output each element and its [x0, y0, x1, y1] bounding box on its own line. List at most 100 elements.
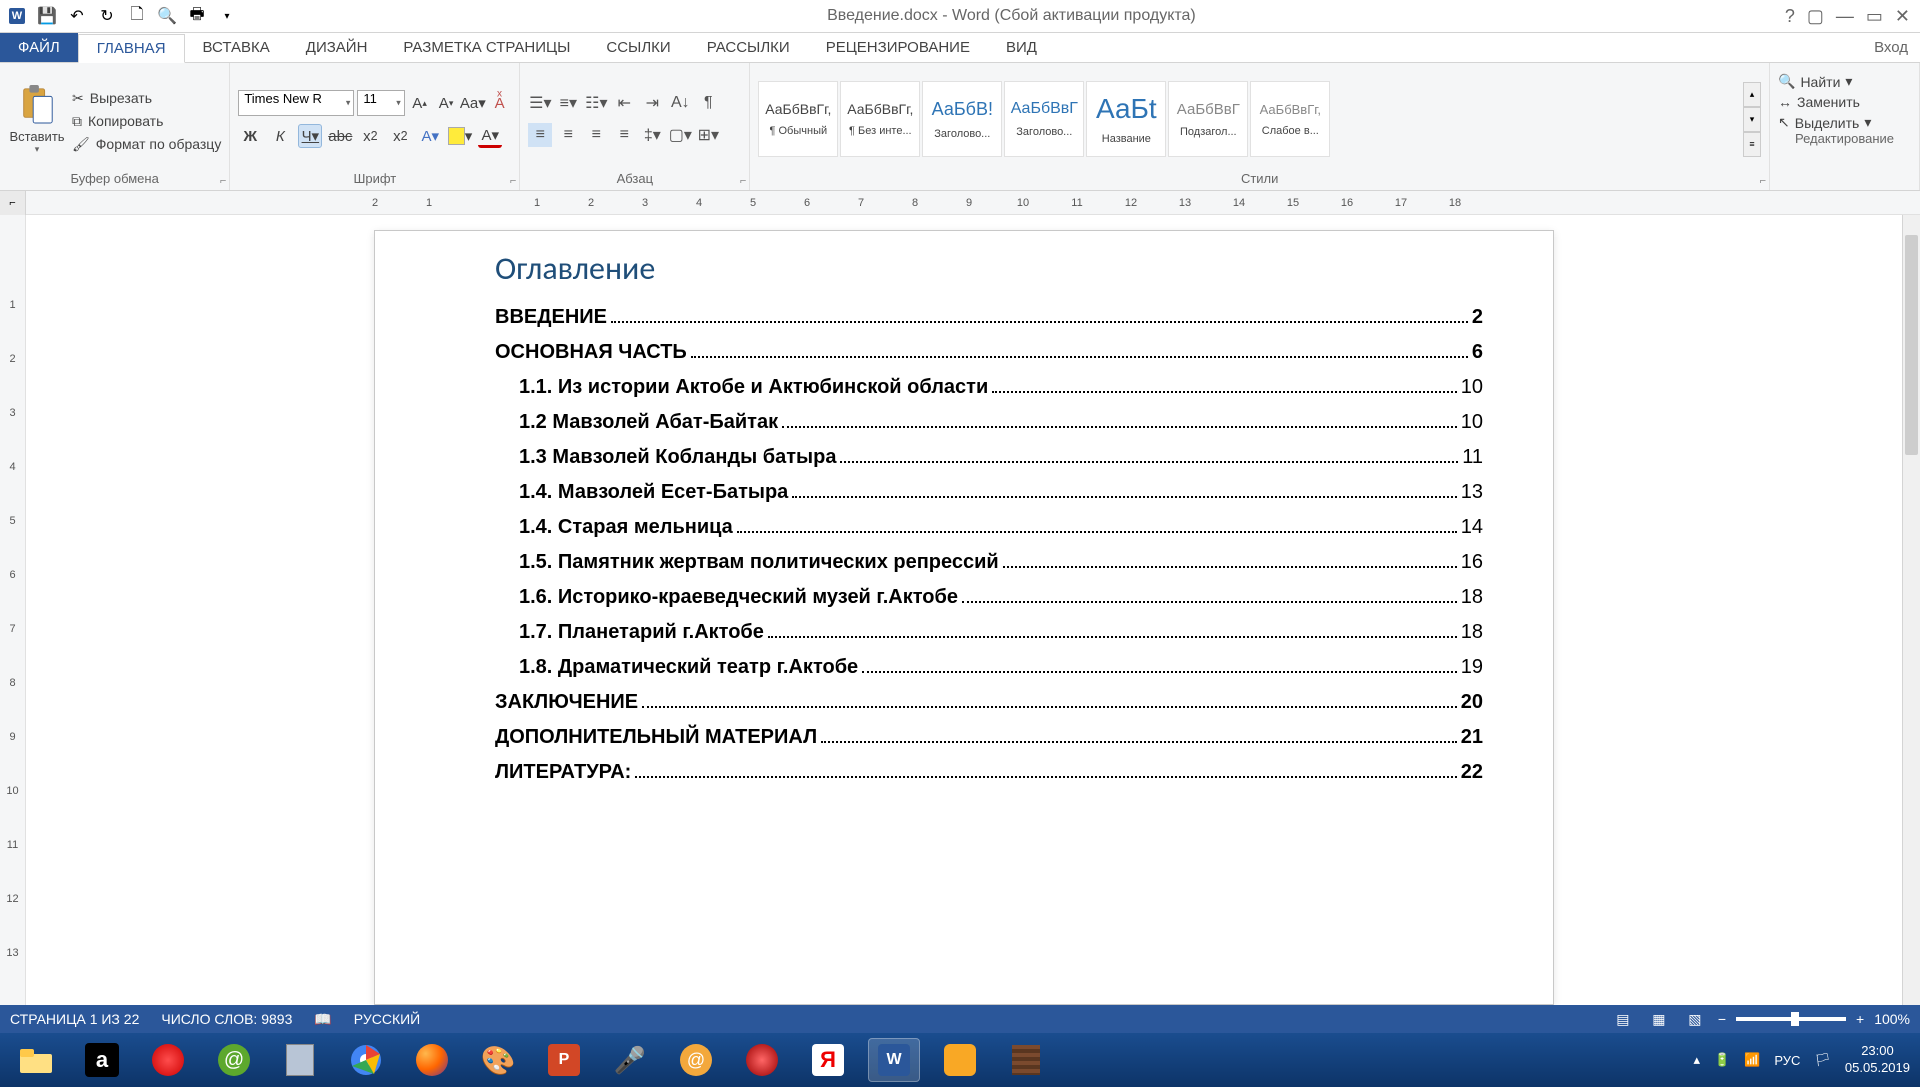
tab-view[interactable]: ВИД [988, 33, 1055, 62]
bold-button[interactable]: Ж [238, 124, 262, 148]
toc-entry[interactable]: 1.5. Памятник жертвам политических репре… [495, 551, 1483, 574]
toc-entry[interactable]: 1.7. Планетарий г.Актобе18 [495, 621, 1483, 644]
grow-font-icon[interactable]: A▴ [408, 91, 432, 115]
align-center-icon[interactable]: ≡ [556, 123, 580, 147]
taskbar-word-icon[interactable]: W [868, 1038, 920, 1082]
tab-insert[interactable]: ВСТАВКА [185, 33, 288, 62]
shading-icon[interactable]: ▢▾ [668, 123, 692, 147]
tab-file[interactable]: ФАЙЛ [0, 33, 78, 62]
zoom-in-icon[interactable]: + [1856, 1011, 1864, 1027]
align-left-icon[interactable]: ≡ [528, 123, 552, 147]
format-painter-button[interactable]: 🖌Формат по образцу [72, 136, 221, 153]
page[interactable]: Оглавление ВВЕДЕНИЕ2ОСНОВНАЯ ЧАСТЬ61.1. … [374, 230, 1554, 1005]
tab-mailings[interactable]: РАССЫЛКИ [689, 33, 808, 62]
status-language[interactable]: РУССКИЙ [354, 1011, 420, 1027]
toc-entry[interactable]: ОСНОВНАЯ ЧАСТЬ6 [495, 341, 1483, 364]
status-page[interactable]: СТРАНИЦА 1 ИЗ 22 [10, 1011, 139, 1027]
read-mode-icon[interactable]: ▤ [1610, 1009, 1636, 1029]
zoom-out-icon[interactable]: − [1718, 1011, 1726, 1027]
tab-layout[interactable]: РАЗМЕТКА СТРАНИЦЫ [385, 33, 588, 62]
clipboard-launcher-icon[interactable]: ⌐ [220, 175, 226, 187]
taskbar-calculator-icon[interactable] [274, 1038, 326, 1082]
signin-link[interactable]: Вход [1874, 33, 1920, 62]
zoom-slider[interactable] [1736, 1017, 1846, 1021]
web-layout-icon[interactable]: ▧ [1682, 1009, 1708, 1029]
styles-more-icon[interactable]: ≡ [1743, 132, 1761, 157]
paragraph-launcher-icon[interactable]: ⌐ [740, 175, 746, 187]
taskbar-firefox-icon[interactable] [406, 1038, 458, 1082]
text-effects-icon[interactable]: A▾ [418, 124, 442, 148]
toc-entry[interactable]: 1.4. Старая мельница14 [495, 516, 1483, 539]
style-tile[interactable]: АаБбВвГг,¶ Обычный [758, 81, 838, 157]
proofing-icon[interactable]: 📖 [314, 1011, 331, 1028]
maximize-icon[interactable]: ▭ [1866, 6, 1883, 27]
toc-entry[interactable]: ЛИТЕРАТУРА:22 [495, 761, 1483, 784]
close-icon[interactable]: ✕ [1895, 6, 1910, 27]
taskbar-outlook-icon[interactable]: @ [670, 1038, 722, 1082]
highlight-icon[interactable]: ▾ [448, 124, 472, 148]
styles-launcher-icon[interactable]: ⌐ [1760, 175, 1766, 187]
document-scroll[interactable]: Оглавление ВВЕДЕНИЕ2ОСНОВНАЯ ЧАСТЬ61.1. … [26, 215, 1902, 1005]
toc-entry[interactable]: ЗАКЛЮЧЕНИЕ20 [495, 691, 1483, 714]
toc-entry[interactable]: 1.8. Драматический театр г.Актобе19 [495, 656, 1483, 679]
scrollbar-thumb[interactable] [1905, 235, 1918, 455]
style-tile[interactable]: АаБбВвГг,Слабое в... [1250, 81, 1330, 157]
tray-lang[interactable]: РУС [1774, 1053, 1800, 1068]
minimize-icon[interactable]: — [1836, 6, 1854, 27]
align-right-icon[interactable]: ≡ [584, 123, 608, 147]
word-app-icon[interactable]: W [6, 5, 28, 27]
justify-icon[interactable]: ≡ [612, 123, 636, 147]
multilevel-icon[interactable]: ☷▾ [584, 91, 608, 115]
taskbar-amazon-icon[interactable]: a [76, 1038, 128, 1082]
decrease-indent-icon[interactable]: ⇤ [612, 91, 636, 115]
undo-icon[interactable]: ↶ [66, 5, 88, 27]
tray-clock[interactable]: 23:00 05.05.2019 [1845, 1043, 1910, 1077]
toc-entry[interactable]: 1.6. Историко-краеведческий музей г.Акто… [495, 586, 1483, 609]
strikethrough-button[interactable]: abc [328, 124, 352, 148]
tab-design[interactable]: ДИЗАЙН [288, 33, 386, 62]
ruler-horizontal[interactable]: ⌐ 21123456789101112131415161718 [0, 191, 1920, 215]
taskbar-opera2-icon[interactable] [736, 1038, 788, 1082]
tray-network-icon[interactable]: 📶 [1744, 1052, 1760, 1068]
vertical-scrollbar[interactable] [1902, 215, 1920, 1005]
toc-entry[interactable]: 1.1. Из истории Актобе и Актюбинской обл… [495, 376, 1483, 399]
new-doc-icon[interactable]: 🗋 [126, 5, 148, 27]
taskbar-winrar-icon[interactable] [1000, 1038, 1052, 1082]
taskbar-powerpoint-icon[interactable]: P [538, 1038, 590, 1082]
cut-button[interactable]: ✂Вырезать [72, 90, 221, 107]
taskbar-yandex-icon[interactable]: Я [802, 1038, 854, 1082]
print-layout-icon[interactable]: ▦ [1646, 1009, 1672, 1029]
ribbon-options-icon[interactable]: ▢ [1807, 6, 1824, 27]
tray-action-icon[interactable]: 🏳 [1814, 1052, 1831, 1068]
tab-review[interactable]: РЕЦЕНЗИРОВАНИЕ [808, 33, 988, 62]
font-name-combo[interactable]: Times New R▾ [238, 90, 354, 116]
styles-scroll-up-icon[interactable]: ▴ [1743, 82, 1761, 107]
redo-icon[interactable]: ↻ [96, 5, 118, 27]
taskbar-paint-icon[interactable]: 🎨 [472, 1038, 524, 1082]
taskbar-opera-icon[interactable] [142, 1038, 194, 1082]
style-tile[interactable]: АаБбВвГг,¶ Без инте... [840, 81, 920, 157]
style-tile[interactable]: АаБбВ!Заголово... [922, 81, 1002, 157]
increase-indent-icon[interactable]: ⇥ [640, 91, 664, 115]
toc-entry[interactable]: ВВЕДЕНИЕ2 [495, 306, 1483, 329]
select-button[interactable]: ↖Выделить ▾ [1778, 114, 1911, 131]
toc-entry[interactable]: 1.4. Мавзолей Есет-Батыра13 [495, 481, 1483, 504]
shrink-font-icon[interactable]: A▾ [434, 91, 458, 115]
clear-format-icon[interactable]: Aͯ [488, 91, 512, 115]
style-tile[interactable]: АаБбВвГЗаголово... [1004, 81, 1084, 157]
numbering-icon[interactable]: ≡▾ [556, 91, 580, 115]
ruler-vertical[interactable]: 12345678910111213 [0, 215, 26, 1005]
toc-entry[interactable]: ДОПОЛНИТЕЛЬНЫЙ МАТЕРИАЛ21 [495, 726, 1483, 749]
taskbar-scratch-icon[interactable] [934, 1038, 986, 1082]
replace-button[interactable]: ↔Заменить [1778, 94, 1911, 110]
status-words[interactable]: ЧИСЛО СЛОВ: 9893 [161, 1011, 292, 1027]
help-icon[interactable]: ? [1785, 6, 1795, 27]
toc-entry[interactable]: 1.3 Мавзолей Кобланды батыра11 [495, 446, 1483, 469]
style-tile[interactable]: АаБбВвГПодзагол... [1168, 81, 1248, 157]
italic-button[interactable]: К [268, 124, 292, 148]
copy-button[interactable]: ⧉Копировать [72, 113, 221, 130]
zoom-level[interactable]: 100% [1874, 1011, 1910, 1027]
font-color-icon[interactable]: A▾ [478, 124, 502, 148]
show-marks-icon[interactable]: ¶ [696, 91, 720, 115]
toc-entry[interactable]: 1.2 Мавзолей Абат-Байтак10 [495, 411, 1483, 434]
